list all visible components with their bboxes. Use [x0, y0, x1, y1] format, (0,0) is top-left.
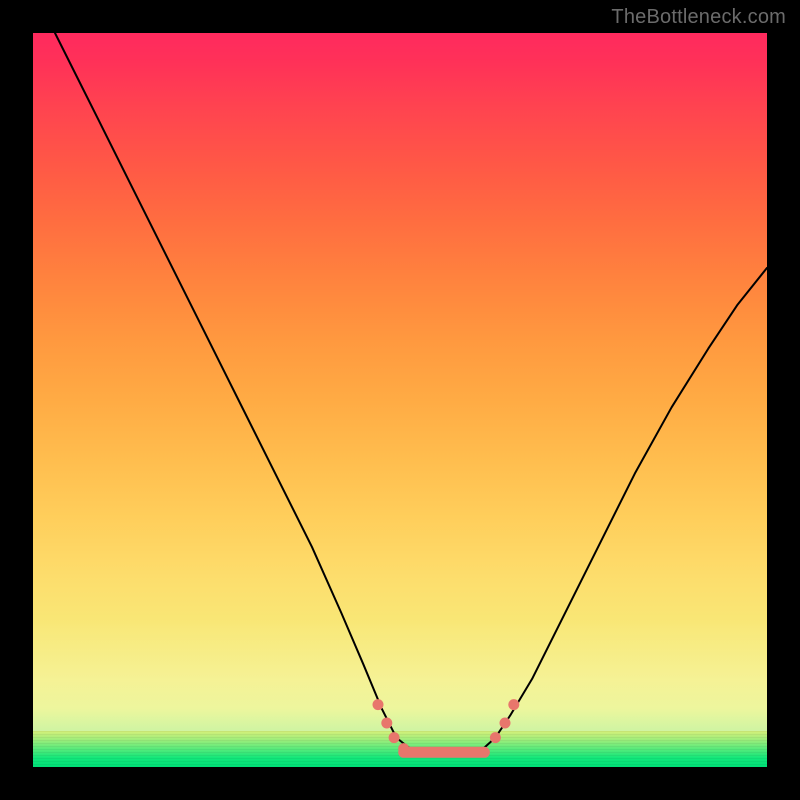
plot-bottom-stripes — [33, 731, 767, 767]
valley-marker — [381, 718, 392, 729]
attribution-text: TheBottleneck.com — [611, 6, 786, 29]
valley-marker — [508, 699, 519, 710]
curve-svg — [33, 33, 767, 767]
plot-area — [33, 33, 767, 767]
valley-marker — [500, 718, 511, 729]
plot-pale-band — [33, 621, 767, 731]
valley-marker — [373, 699, 384, 710]
chart-frame: TheBottleneck.com — [0, 0, 800, 800]
bottleneck-curve — [55, 33, 767, 755]
